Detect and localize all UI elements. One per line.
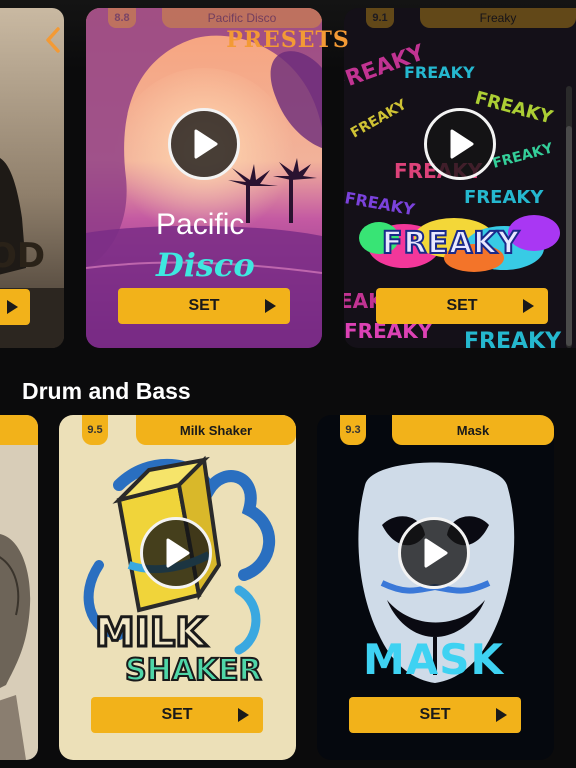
- set-button[interactable]: SET: [349, 697, 521, 733]
- page-title: PRESETS: [226, 27, 350, 53]
- triangle-right-icon: [265, 299, 276, 313]
- section-title: Drum and Bass: [22, 378, 191, 404]
- play-button[interactable]: [398, 517, 470, 589]
- preset-name-tab: Milk Shaker: [136, 415, 296, 445]
- preset-card-freaky[interactable]: FREAKY FREAKY FREAKY FREAKY FREAKY FREAK…: [344, 8, 576, 348]
- scrollbar[interactable]: [566, 86, 572, 348]
- triangle-right-icon: [238, 708, 249, 722]
- preset-title-line1: MASK: [363, 635, 505, 684]
- preset-card-pacific-disco[interactable]: 8.8 Pacific Disco Pacific Disco SET: [86, 8, 322, 348]
- play-button[interactable]: [424, 108, 496, 180]
- preset-name-tab: Pacific Disco: [162, 8, 322, 28]
- svg-text:FREAKY: FREAKY: [464, 187, 544, 208]
- play-icon: [166, 538, 190, 568]
- preset-title-line2: Disco: [156, 246, 255, 284]
- triangle-right-icon: [523, 299, 534, 313]
- set-button-label: SET: [419, 706, 451, 723]
- preset-name-tab: Freaky: [420, 8, 576, 28]
- svg-text:FREAKY: FREAKY: [404, 63, 475, 82]
- play-icon: [424, 538, 448, 568]
- set-button-label: SET: [161, 706, 193, 723]
- preset-card-partial-bottom[interactable]: [0, 415, 38, 760]
- preset-title-line1: FREAKY: [381, 225, 521, 262]
- set-button-label: SET: [446, 297, 478, 314]
- preset-title-line1: Pacific: [156, 208, 245, 241]
- set-button-label: SET: [188, 297, 220, 314]
- preset-card-milk-shaker[interactable]: 9.5 Milk Shaker MILK SHAKER SET: [59, 415, 296, 760]
- preset-card-partial-top[interactable]: OD: [0, 8, 64, 348]
- triangle-right-icon: [496, 708, 507, 722]
- scrollbar-thumb[interactable]: [566, 126, 572, 346]
- play-button[interactable]: [140, 517, 212, 589]
- set-button[interactable]: SET: [376, 288, 548, 324]
- set-button[interactable]: SET: [91, 697, 263, 733]
- play-icon: [450, 129, 474, 159]
- score-badge: 9.5: [82, 415, 108, 445]
- play-button[interactable]: [168, 108, 240, 180]
- preset-art-text: OD: [0, 236, 46, 276]
- preset-card-mask[interactable]: 9.3 Mask MASK SET: [317, 415, 554, 760]
- preset-art: [0, 415, 38, 760]
- set-button[interactable]: SET: [118, 288, 290, 324]
- preset-title-line1: MILK: [93, 609, 207, 658]
- svg-text:FREAKY: FREAKY: [464, 329, 562, 348]
- score-badge: 9.1: [366, 8, 394, 28]
- set-button[interactable]: [0, 289, 30, 325]
- triangle-right-icon: [7, 300, 18, 314]
- score-badge: 9.3: [340, 415, 366, 445]
- score-badge: 8.8: [108, 8, 136, 28]
- preset-name-tab: Mask: [392, 415, 554, 445]
- preset-title-line2: SHAKER: [124, 652, 263, 689]
- play-icon: [194, 129, 218, 159]
